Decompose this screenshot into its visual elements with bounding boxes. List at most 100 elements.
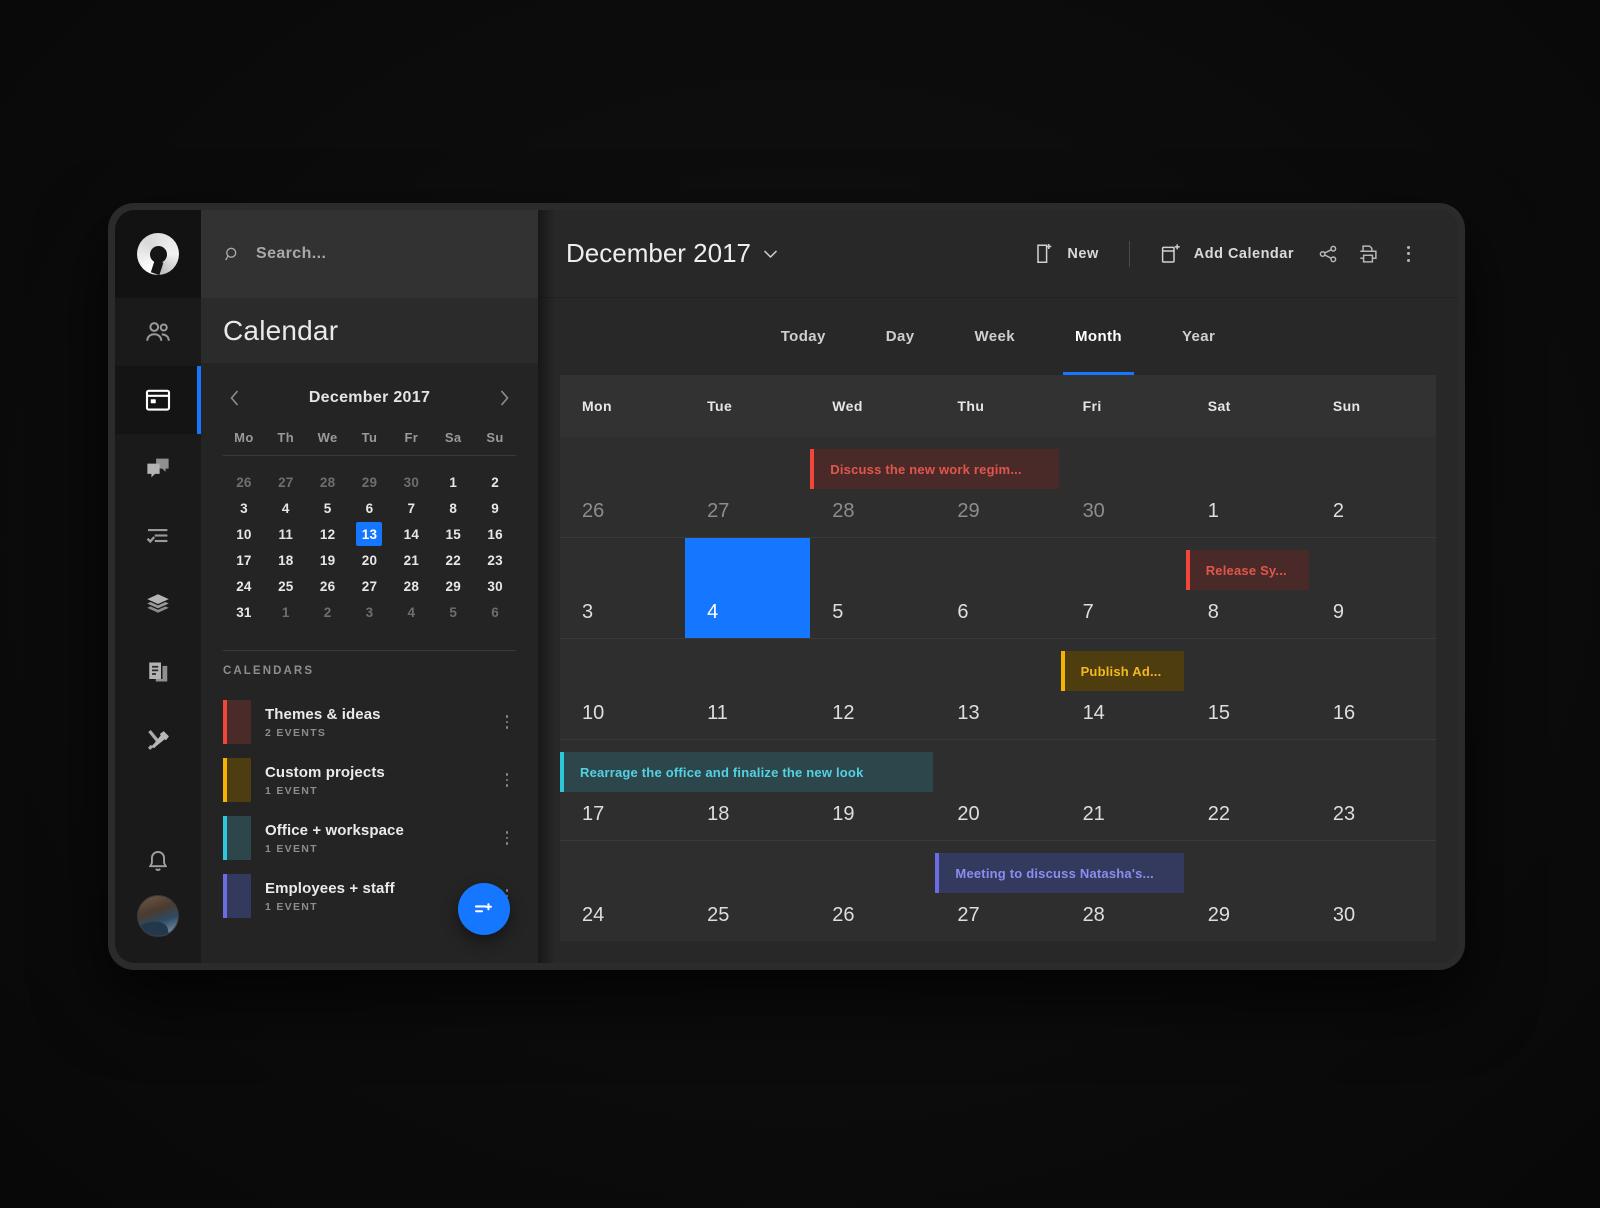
mini-calendar-today[interactable]: 13	[356, 522, 383, 546]
tab-week[interactable]: Week	[944, 298, 1045, 375]
calendar-event-chip[interactable]: Rearrage the office and finalize the new…	[560, 752, 934, 792]
day-cell[interactable]: 16	[1311, 639, 1436, 739]
mini-calendar-day[interactable]: 1	[432, 470, 474, 494]
day-cell[interactable]: 30	[1061, 437, 1186, 537]
more-options-button[interactable]	[1388, 234, 1428, 274]
calendar-item-menu-button[interactable]	[500, 773, 516, 787]
add-event-button[interactable]	[458, 883, 510, 935]
sidebar-item-tasks[interactable]	[115, 502, 201, 570]
calendar-event-chip[interactable]: Publish Ad...	[1060, 651, 1184, 691]
mini-calendar-day[interactable]: 25	[265, 574, 307, 598]
mini-calendar-day[interactable]: 17	[223, 548, 265, 572]
mini-calendar-prev[interactable]	[223, 386, 247, 410]
search-input[interactable]: Search...	[201, 210, 538, 298]
mini-calendar-day[interactable]: 7	[390, 496, 432, 520]
day-cell[interactable]: 25	[685, 841, 810, 941]
mini-calendar-day[interactable]: 28	[307, 470, 349, 494]
mini-calendar-day[interactable]: 23	[474, 548, 516, 572]
mini-calendar-day[interactable]: 2	[474, 470, 516, 494]
mini-calendar-day[interactable]: 1	[265, 600, 307, 624]
mini-calendar-day[interactable]: 27	[265, 470, 307, 494]
mini-calendar-day[interactable]: 19	[307, 548, 349, 572]
sidebar-item-calendar[interactable]	[115, 366, 201, 434]
day-cell[interactable]: 6	[935, 538, 1060, 638]
day-cell[interactable]: 29	[1186, 841, 1311, 941]
mini-calendar-day[interactable]: 31	[223, 600, 265, 624]
mini-calendar-day[interactable]: 27	[349, 574, 391, 598]
mini-calendar-day[interactable]: 4	[265, 496, 307, 520]
mini-calendar-day[interactable]: 6	[349, 496, 391, 520]
sidebar-item-tools[interactable]	[115, 706, 201, 774]
mini-calendar-day[interactable]: 2	[307, 600, 349, 624]
mini-calendar-day[interactable]: 14	[390, 522, 432, 546]
app-logo[interactable]	[115, 210, 201, 298]
mini-calendar-day[interactable]: 28	[390, 574, 432, 598]
day-cell[interactable]: 3	[560, 538, 685, 638]
mini-calendar-day[interactable]: 8	[432, 496, 474, 520]
sidebar-item-contacts[interactable]	[115, 298, 201, 366]
sidebar-item-documents[interactable]	[115, 638, 201, 706]
tab-month[interactable]: Month	[1045, 298, 1152, 375]
mini-calendar-day[interactable]: 22	[432, 548, 474, 572]
sidebar-item-messages[interactable]	[115, 434, 201, 502]
calendar-list-item[interactable]: Office + workspace 1 EVENT	[223, 809, 516, 867]
calendar-item-menu-button[interactable]	[500, 831, 516, 845]
day-cell[interactable]: 26	[810, 841, 935, 941]
day-cell[interactable]: 9	[1311, 538, 1436, 638]
day-cell[interactable]: 21	[1061, 740, 1186, 840]
share-button[interactable]	[1308, 234, 1348, 274]
day-cell[interactable]: 5	[810, 538, 935, 638]
tab-today[interactable]: Today	[751, 298, 856, 375]
mini-calendar-day[interactable]: 4	[390, 600, 432, 624]
day-cell[interactable]: 10	[560, 639, 685, 739]
day-cell[interactable]: 30	[1311, 841, 1436, 941]
sidebar-item-layers[interactable]	[115, 570, 201, 638]
day-cell[interactable]: 24	[560, 841, 685, 941]
day-cell[interactable]: 27	[685, 437, 810, 537]
mini-calendar-day[interactable]: 21	[390, 548, 432, 572]
mini-calendar-day[interactable]: 29	[432, 574, 474, 598]
calendar-item-menu-button[interactable]	[500, 715, 516, 729]
mini-calendar-day[interactable]: 30	[474, 574, 516, 598]
day-cell[interactable]: 22	[1186, 740, 1311, 840]
add-calendar-button[interactable]: Add Calendar	[1146, 237, 1308, 271]
day-cell[interactable]: 2	[1311, 437, 1436, 537]
mini-calendar-day[interactable]: 30	[390, 470, 432, 494]
month-picker[interactable]: December 2017	[566, 238, 778, 269]
mini-calendar-day[interactable]: 26	[307, 574, 349, 598]
tab-year[interactable]: Year	[1152, 298, 1245, 375]
calendar-list-item[interactable]: Themes & ideas 2 EVENTS	[223, 693, 516, 751]
calendar-event-chip[interactable]: Release Sy...	[1185, 550, 1309, 590]
mini-calendar-day[interactable]: 5	[307, 496, 349, 520]
day-cell[interactable]: 20	[935, 740, 1060, 840]
calendar-list-item[interactable]: Custom projects 1 EVENT	[223, 751, 516, 809]
mini-calendar-day[interactable]: 24	[223, 574, 265, 598]
mini-calendar-day[interactable]: 15	[432, 522, 474, 546]
mini-calendar-day[interactable]: 10	[223, 522, 265, 546]
day-cell[interactable]: 26	[560, 437, 685, 537]
mini-calendar-day[interactable]: 29	[349, 470, 391, 494]
mini-calendar-day[interactable]: 3	[223, 496, 265, 520]
mini-calendar-day[interactable]: 20	[349, 548, 391, 572]
mini-calendar-day[interactable]: 16	[474, 522, 516, 546]
new-button[interactable]: New	[1021, 237, 1112, 271]
calendar-event-chip[interactable]: Meeting to discuss Natasha's...	[935, 853, 1184, 893]
day-cell[interactable]: 7	[1061, 538, 1186, 638]
mini-calendar-day[interactable]: 6	[474, 600, 516, 624]
mini-calendar-day[interactable]: 9	[474, 496, 516, 520]
day-cell[interactable]: 15	[1186, 639, 1311, 739]
calendar-event-chip[interactable]: Discuss the new work regim...	[810, 449, 1059, 489]
mini-calendar-next[interactable]	[492, 386, 516, 410]
day-cell[interactable]: 23	[1311, 740, 1436, 840]
day-cell[interactable]: 13	[935, 639, 1060, 739]
mini-calendar-day[interactable]: 5	[432, 600, 474, 624]
mini-calendar-day[interactable]: 18	[265, 548, 307, 572]
day-cell[interactable]: 11	[685, 639, 810, 739]
day-cell[interactable]: 1	[1186, 437, 1311, 537]
day-cell[interactable]: 12	[810, 639, 935, 739]
tab-day[interactable]: Day	[856, 298, 945, 375]
mini-calendar-day[interactable]: 26	[223, 470, 265, 494]
day-cell-selected[interactable]: 4	[685, 538, 811, 638]
avatar[interactable]	[137, 895, 179, 937]
print-button[interactable]	[1348, 234, 1388, 274]
